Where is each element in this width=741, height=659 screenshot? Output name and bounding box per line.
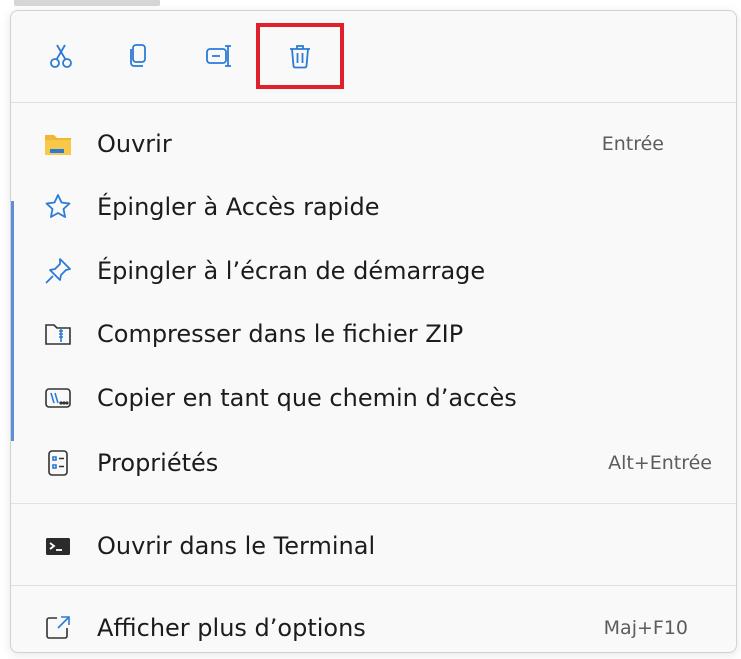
menu-item-label: Épingler à l’écran de démarrage xyxy=(97,257,486,285)
folder-icon xyxy=(41,127,75,161)
menu-item-copy-path[interactable]: Copier en tant que chemin d’accès xyxy=(11,368,736,428)
cut-button[interactable] xyxy=(36,31,86,81)
menu-item-label: Copier en tant que chemin d’accès xyxy=(97,384,517,412)
menu-item-more-options[interactable]: Afficher plus d’options Maj+F10 xyxy=(11,598,736,652)
shortcut-text: Entrée xyxy=(601,133,664,155)
menu-item-open-terminal[interactable]: Ouvrir dans le Terminal xyxy=(11,516,736,576)
shortcut-text: Alt+Entrée xyxy=(608,452,712,474)
terminal-icon xyxy=(41,529,75,563)
toolbar-separator xyxy=(11,102,736,103)
context-menu-toolbar xyxy=(11,11,736,103)
menu-item-label: Propriétés xyxy=(97,449,219,477)
menu-item-open[interactable]: Ouvrir Entrée xyxy=(11,114,736,174)
star-icon xyxy=(41,190,75,224)
menu-item-pin-start[interactable]: Épingler à l’écran de démarrage xyxy=(11,241,736,301)
menu-item-compress-zip[interactable]: Compresser dans le fichier ZIP xyxy=(11,304,736,364)
zip-icon xyxy=(41,317,75,351)
menu-item-label: Épingler à Accès rapide xyxy=(97,193,380,221)
menu-item-pin-quick-access[interactable]: Épingler à Accès rapide xyxy=(11,177,736,237)
rename-icon xyxy=(206,45,231,67)
menu-item-label: Ouvrir dans le Terminal xyxy=(97,532,376,560)
menu-item-label: Ouvrir xyxy=(97,130,172,158)
rename-button[interactable] xyxy=(194,31,244,81)
delete-button[interactable] xyxy=(256,23,344,89)
menu-item-properties[interactable]: Propriétés Alt+Entrée xyxy=(11,433,736,493)
scissors-icon xyxy=(50,44,72,68)
copy-icon xyxy=(130,44,146,67)
separator xyxy=(11,503,736,504)
path-icon xyxy=(41,381,75,415)
pin-icon xyxy=(41,254,75,288)
shortcut-text: Maj+F10 xyxy=(603,617,688,639)
menu-item-label: Compresser dans le fichier ZIP xyxy=(97,320,464,348)
window-title-fragment xyxy=(14,0,160,6)
menu-item-label: Afficher plus d’options xyxy=(97,614,366,642)
separator xyxy=(11,585,736,586)
more-options-icon xyxy=(41,611,75,645)
context-menu: Ouvrir Entrée Épingler à Accès rapide Ép… xyxy=(10,10,737,653)
properties-icon xyxy=(41,446,75,480)
trash-icon xyxy=(290,45,310,69)
copy-button[interactable] xyxy=(113,31,163,81)
